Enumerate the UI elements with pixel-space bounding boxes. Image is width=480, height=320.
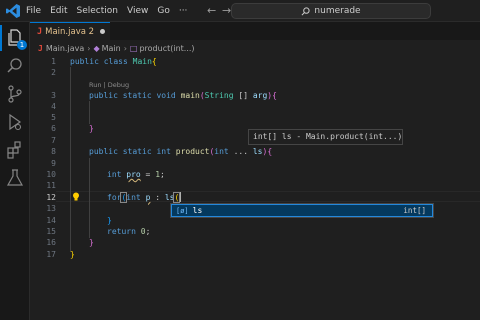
activity-bar: 1	[0, 22, 30, 320]
explorer-badge: 1	[17, 40, 27, 50]
source-control-icon[interactable]	[5, 84, 25, 104]
testing-flask-icon[interactable]	[5, 168, 25, 188]
search-icon	[301, 6, 311, 15]
hover-tooltip: int[] ls - Main.product(int...)	[248, 129, 403, 145]
menu-file[interactable]: File	[26, 6, 41, 16]
java-file-icon: J	[37, 26, 43, 37]
code-line-15: }	[89, 238, 94, 247]
indent-guide	[89, 158, 90, 238]
menu-bar: File Edit Selection View Go ···	[26, 0, 196, 22]
line-number: 7	[51, 136, 56, 145]
menu-go[interactable]: Go	[157, 6, 169, 16]
breadcrumb-method[interactable]: product(int...)	[139, 44, 194, 53]
indent-guide	[89, 101, 90, 124]
variable-icon: [ø]	[176, 206, 189, 215]
chevron-right-icon: ›	[87, 43, 91, 53]
search-icon[interactable]	[5, 56, 25, 76]
line-number: 4	[51, 102, 56, 111]
method-cube-icon: □	[129, 43, 138, 53]
breadcrumb-class[interactable]: Main	[102, 44, 121, 53]
code-line-9: int pro = 1;	[107, 170, 165, 179]
line-number: 5	[51, 113, 56, 122]
forward-arrow-icon[interactable]: →	[222, 4, 231, 18]
line-number: 6	[51, 124, 56, 133]
text-cursor	[180, 192, 181, 202]
line-number: 15	[46, 227, 56, 236]
chevron-right-icon: ›	[123, 43, 127, 53]
explorer-icon[interactable]: 1	[0, 25, 27, 51]
breadcrumb: J Main.java › ◆ Main › □ product(int...)	[30, 40, 480, 56]
java-file-icon: J	[38, 43, 43, 53]
code-line-14: return 0;	[107, 227, 151, 236]
lightbulb-icon[interactable]	[72, 192, 80, 202]
unsaved-dot-icon[interactable]	[100, 29, 106, 34]
code-line-1: public class Main{	[70, 57, 157, 66]
codelens-run-debug[interactable]: Run | Debug	[89, 81, 129, 89]
menu-selection[interactable]: Selection	[77, 6, 118, 16]
code-editor[interactable]: 1 2 3 4 5 6 7 8 9 10 11 12 13 14 15 16 1…	[30, 56, 480, 320]
code-line-5: }	[89, 124, 94, 133]
menu-edit[interactable]: Edit	[50, 6, 67, 16]
breadcrumb-file[interactable]: Main.java	[46, 44, 84, 53]
command-center-label: numerade	[314, 6, 361, 16]
line-number: 10	[46, 170, 56, 179]
tab-bar: J Main.java 2	[30, 22, 480, 40]
line-number: 1	[51, 57, 56, 66]
class-icon: ◆	[93, 43, 100, 53]
extensions-icon[interactable]	[5, 140, 25, 160]
tab-label: Main.java 2	[45, 26, 95, 37]
line-number: 3	[51, 91, 56, 100]
menu-more[interactable]: ···	[179, 6, 188, 16]
line-number: 13	[46, 204, 56, 213]
line-number: 11	[46, 181, 56, 190]
vscode-logo-icon	[6, 4, 20, 18]
title-bar: File Edit Selection View Go ··· ← → nume…	[0, 0, 480, 22]
back-arrow-icon[interactable]: ←	[207, 4, 216, 18]
run-debug-icon[interactable]	[5, 112, 25, 132]
code-line-3: public static void main(String [] arg){	[89, 91, 277, 100]
suggest-widget: [ø] ls int[]	[170, 203, 434, 218]
line-number: 9	[51, 159, 56, 168]
suggestion-detail: int[]	[403, 206, 426, 215]
code-line-13: }	[107, 216, 112, 225]
line-number: 2	[51, 68, 56, 77]
line-number: 14	[46, 216, 56, 225]
tab-main-java[interactable]: J Main.java 2	[30, 22, 110, 40]
menu-view[interactable]: View	[127, 6, 148, 16]
code-line-12: for(int p : ls(	[107, 192, 181, 203]
suggestion-label: ls	[192, 206, 203, 215]
command-center[interactable]: numerade	[231, 3, 431, 19]
code-line-7: public static int product(int ... ls){	[89, 147, 273, 156]
line-number: 12	[46, 193, 56, 202]
line-number: 8	[51, 147, 56, 156]
line-number: 17	[46, 250, 56, 259]
line-number: 16	[46, 238, 56, 247]
suggestion-item[interactable]: [ø] ls int[]	[171, 204, 433, 217]
code-line-16: }	[70, 250, 75, 259]
indent-guide	[70, 67, 71, 252]
